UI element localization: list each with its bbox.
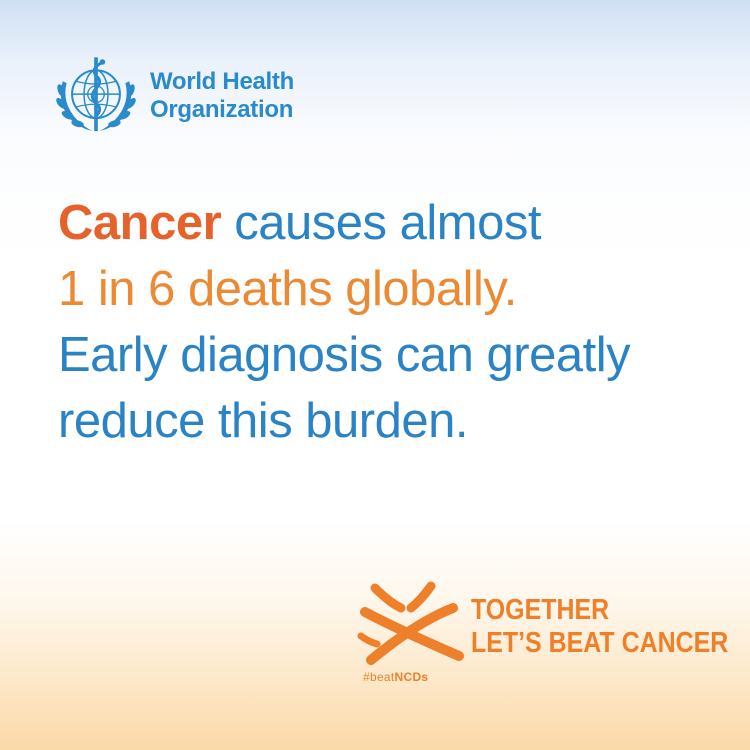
who-logo: World Health Organization [50, 50, 294, 142]
message-line-1: Cancer causes almost [58, 190, 738, 256]
message-line-2: 1 in 6 deaths globally. [58, 262, 517, 316]
campaign-line-2: LET’S BEAT CANCER [471, 627, 729, 659]
who-name: World Health Organization [150, 68, 294, 124]
cross-swoosh-icon [357, 581, 464, 665]
hashtag: #beatNCDs [363, 670, 428, 684]
message-highlight-cancer: Cancer [58, 196, 222, 250]
who-name-line2: Organization [150, 96, 294, 123]
message-line-3: Early diagnosis can greatly [58, 328, 631, 382]
hashtag-suffix: NCDs [394, 670, 429, 684]
hashtag-prefix: #beat [363, 670, 395, 684]
message-line-4: reduce this burden. [58, 394, 469, 448]
message-line-1-rest: causes almost [221, 196, 541, 250]
campaign-line-1: TOGETHER [471, 594, 610, 626]
who-name-line1: World Health [150, 68, 294, 95]
campaign-tagline: TOGETHER LET’S BEAT CANCER [471, 594, 728, 660]
campaign-logo: TOGETHER LET’S BEAT CANCER #beatNCDs [355, 570, 728, 690]
main-message: Cancer causes almost 1 in 6 deaths globa… [58, 190, 738, 454]
who-emblem-icon [56, 57, 136, 131]
